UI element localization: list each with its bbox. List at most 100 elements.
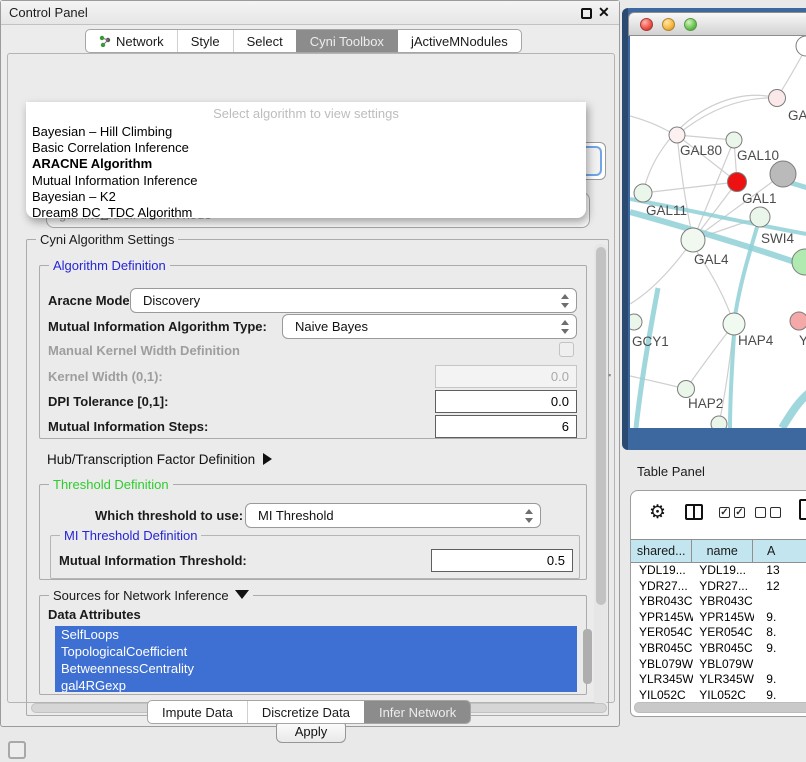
spinner-icon (525, 509, 533, 523)
node-green-right[interactable] (792, 249, 806, 275)
export-table-icon[interactable] (799, 499, 806, 520)
data-attributes-list[interactable]: SelfLoopsTopologicalCoefficientBetweenne… (55, 626, 577, 692)
node-gray[interactable] (770, 161, 796, 187)
node-swi4[interactable] (750, 207, 770, 227)
node-pink-right[interactable] (790, 312, 806, 330)
node-gcy1[interactable] (630, 314, 642, 330)
group-title: Threshold Definition (49, 477, 173, 492)
node-gal10[interactable] (726, 132, 742, 148)
sources-collapser[interactable]: Sources for Network Inference (49, 588, 253, 603)
algorithm-option[interactable]: Bayesian – Hill Climbing (30, 124, 582, 140)
mi-steps-field[interactable]: 6 (435, 415, 577, 438)
table-cell (754, 594, 806, 610)
table-row[interactable]: YDL19...YDL19...13 (631, 563, 806, 579)
aracne-mode-combo[interactable]: Discovery (130, 288, 577, 313)
tab-label: Cyni Toolbox (310, 34, 384, 49)
node-hap2-label: HAP2 (688, 396, 723, 411)
table-row[interactable]: YBL079WYBL079W (631, 657, 806, 673)
attribute-item[interactable]: BetweennessCentrality (55, 660, 577, 677)
attribute-item[interactable]: gal4RGexp (55, 677, 577, 692)
network-window-titlebar[interactable] (628, 12, 806, 36)
network-canvas[interactable]: GALGAL80GAL10GAL1GAL11SWI4GAL4GCY1HAP4YH… (630, 36, 806, 428)
dpi-tolerance-field[interactable]: 0.0 (435, 390, 577, 413)
control-panel-titlebar: Control Panel ✕ (1, 1, 619, 25)
algorithm-option[interactable]: ARACNE Algorithm (30, 156, 582, 172)
table-cell: 12 (754, 579, 806, 595)
tab-network[interactable]: Network (86, 30, 177, 52)
kernel-width-label: Kernel Width (0,1): (48, 369, 163, 384)
tab-select[interactable]: Select (233, 30, 296, 52)
node-partial-bottom[interactable] (711, 416, 727, 428)
tab-discretize-data[interactable]: Discretize Data (247, 701, 364, 723)
algorithm-option[interactable]: Mutual Information Inference (30, 173, 582, 189)
node-partial-top[interactable] (796, 36, 806, 56)
tab-impute-data[interactable]: Impute Data (148, 701, 247, 723)
which-threshold-combo[interactable]: MI Threshold (245, 503, 541, 528)
tab-label: Select (247, 34, 283, 49)
table-row[interactable]: YER054CYER054C8. (631, 625, 806, 641)
gear-icon[interactable]: ⚙ (649, 501, 666, 524)
attribute-item[interactable]: SelfLoops (55, 626, 577, 643)
tab-style[interactable]: Style (177, 30, 233, 52)
split-columns-icon[interactable] (685, 504, 703, 520)
mac-close-icon[interactable] (640, 18, 653, 31)
algorithm-option[interactable]: Basic Correlation Inference (30, 140, 582, 156)
collapsed-panel-button[interactable] (8, 741, 26, 759)
column-header[interactable]: A (753, 540, 806, 562)
table-cell: 8. (754, 625, 806, 641)
tab-jactivemnodules[interactable]: jActiveMNodules (397, 30, 521, 52)
node-gal1[interactable] (728, 173, 747, 192)
table-cell: YPR145W (631, 610, 693, 626)
manual-kernel-label: Manual Kernel Width Definition (48, 343, 240, 358)
mi-threshold-field[interactable]: 0.5 (431, 549, 573, 572)
attributes-scrollbar-thumb[interactable] (583, 629, 592, 684)
algorithm-dropdown-placeholder: Select algorithm to view settings (26, 102, 586, 121)
expand-right-icon (263, 453, 272, 465)
split-pane-handle[interactable]: ▪ (608, 370, 611, 380)
control-panel-window: Control Panel ✕ NetworkStyle Select Cyni T… (0, 0, 620, 727)
mac-zoom-icon[interactable] (684, 18, 697, 31)
node-gal-partial[interactable] (769, 90, 786, 107)
node-pink-right-label: Y (799, 333, 806, 348)
column-header[interactable]: shared... (631, 540, 692, 562)
node-gal4[interactable] (681, 228, 705, 252)
select-all-checks-icon[interactable]: ✓ ✓ (719, 507, 745, 518)
table-row[interactable]: YIL052CYIL052C9. (631, 688, 806, 701)
spinner-icon (561, 320, 569, 334)
table-row[interactable]: YPR145WYPR145W9. (631, 610, 806, 626)
clear-all-checks-icon[interactable] (755, 507, 781, 518)
node-hap4[interactable] (723, 313, 745, 335)
mi-type-combo[interactable]: Naive Bayes (282, 314, 577, 339)
table-cell: 9. (754, 688, 806, 701)
algorithm-option[interactable]: Bayesian – K2 (30, 189, 582, 205)
mac-minimize-icon[interactable] (662, 18, 675, 31)
table-row[interactable]: YDR27...YDR27...12 (631, 579, 806, 595)
kernel-width-field[interactable]: 0.0 (435, 365, 577, 388)
algorithm-option[interactable]: Dream8 DC_TDC Algorithm (30, 205, 582, 221)
node-hap2[interactable] (678, 381, 695, 398)
tab-cyni-toolbox[interactable]: Cyni Toolbox (296, 30, 397, 52)
scrollbar-thumb[interactable] (596, 247, 606, 605)
node-gal80[interactable] (669, 127, 685, 143)
window-title: Control Panel (9, 5, 88, 20)
settings-vertical-scrollbar[interactable] (594, 244, 607, 706)
hub-definition-expander[interactable]: Hub/Transcription Factor Definition (47, 452, 272, 467)
table-row[interactable]: YBR043CYBR043C (631, 594, 806, 610)
table-row[interactable]: YBR045CYBR045C9. (631, 641, 806, 657)
column-header[interactable]: name (692, 540, 753, 562)
network-icon (99, 35, 111, 47)
tab-infer-network[interactable]: Infer Network (364, 701, 470, 723)
manual-kernel-checkbox[interactable] (559, 342, 574, 357)
tab-label: jActiveMNodules (411, 34, 508, 49)
node-gal11[interactable] (634, 184, 652, 202)
attribute-item[interactable]: TopologicalCoefficient (55, 643, 577, 660)
table-row[interactable]: YLR345WYLR345W9. (631, 672, 806, 688)
which-threshold-value: MI Threshold (258, 508, 334, 523)
float-window-icon[interactable] (581, 8, 592, 19)
table-cell: YDR27... (693, 579, 754, 595)
algorithm-dropdown-overlay: Select algorithm to view settings Bayesi… (26, 102, 586, 218)
table-horizontal-scrollbar[interactable] (634, 702, 806, 713)
close-icon[interactable]: ✕ (598, 4, 610, 21)
table-cell: YDR27... (631, 579, 693, 595)
control-panel-tabbar: NetworkStyle Select Cyni Toolbox jActiveMNo… (85, 29, 522, 53)
